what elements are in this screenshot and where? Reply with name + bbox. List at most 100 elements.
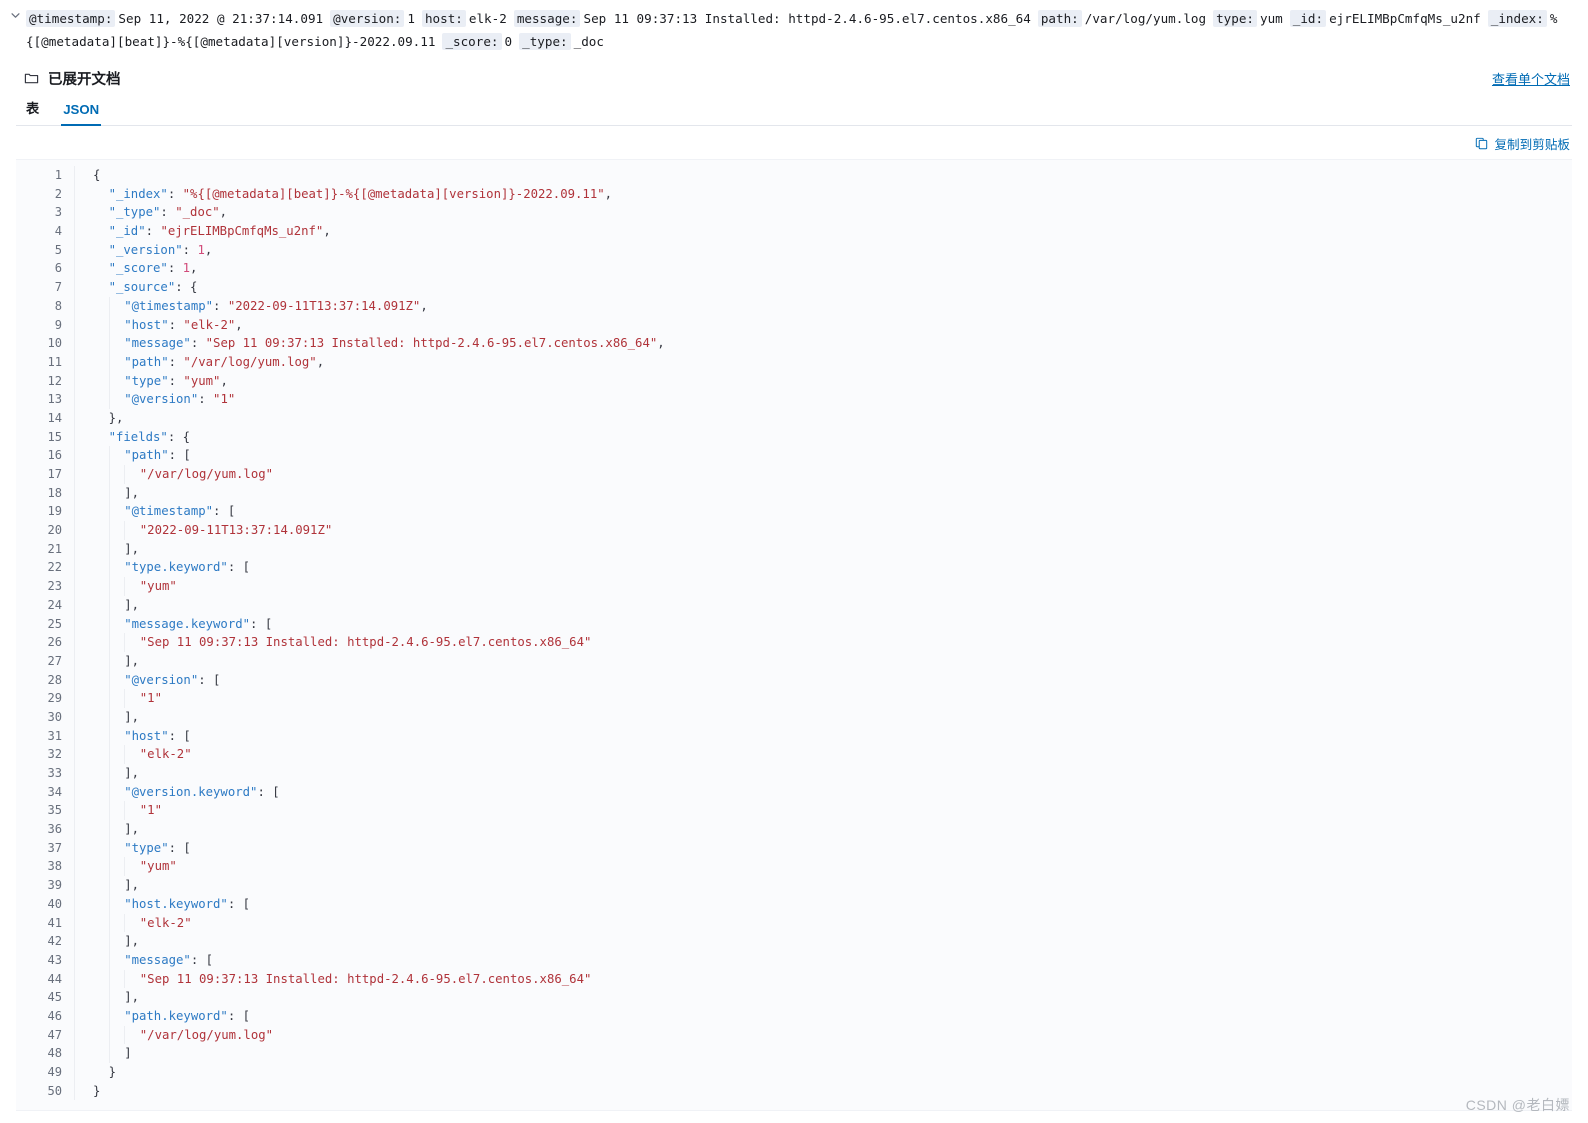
json-token-p: : (190, 336, 206, 351)
indent-guide (93, 876, 109, 895)
code-line: 5 "_version": 1, (16, 240, 1572, 260)
indent-guide (93, 970, 109, 989)
json-token-s: "Sep 11 09:37:13 Installed: httpd-2.4.6-… (139, 635, 592, 650)
code-line: 13 "@version": "1" (16, 390, 1572, 409)
code-line-text: } (74, 1063, 1572, 1082)
line-number: 40 (47, 896, 62, 911)
json-token-k: "_version" (108, 242, 183, 257)
indent-guide (108, 521, 125, 540)
code-line: 22 "type.keyword": [ (16, 558, 1572, 578)
indent-guide (108, 932, 125, 951)
json-token-p: ], (124, 878, 139, 893)
indent-guide (108, 820, 125, 839)
indent-guide (108, 857, 125, 877)
indent-guide (93, 857, 109, 876)
json-token-p: : [ (198, 672, 221, 687)
json-token-p: : (198, 392, 214, 407)
json-token-p: } (108, 1065, 116, 1079)
indent-guide (124, 689, 140, 708)
json-token-s: "ejrELIMBpCmfqMs_u2nf" (160, 224, 324, 239)
indent-guide (108, 988, 125, 1007)
indent-guide (124, 633, 140, 652)
indent-guide (93, 278, 109, 297)
code-line-text: "2022-09-11T13:37:14.091Z" (74, 521, 1572, 540)
json-token-k: "fields" (108, 429, 168, 444)
code-line-text: ], (74, 539, 1572, 559)
line-number: 10 (47, 336, 62, 351)
indent-guide (108, 595, 125, 615)
json-token-k: "@version" (124, 672, 199, 687)
code-line: 47 "/var/log/yum.log" (16, 1025, 1572, 1045)
indent-guide (93, 465, 109, 484)
json-token-p: : (168, 354, 184, 369)
json-code-block[interactable]: 1{2 "_index": "%{[@metadata][beat]}-%{[@m… (16, 159, 1572, 1112)
code-line: 44 "Sep 11 09:37:13 Installed: httpd-2.4.… (16, 969, 1572, 989)
summary-field-name: _score: (442, 33, 502, 50)
indent-guide (93, 727, 109, 746)
panel-title-text: 已展开文档 (48, 72, 121, 88)
code-line: 42], (16, 932, 1572, 951)
json-token-k: "host" (124, 317, 169, 332)
indent-guide (93, 671, 109, 690)
json-token-p: , (235, 317, 243, 332)
json-token-p: ], (124, 990, 139, 1005)
indent-guide (93, 615, 109, 634)
json-token-s: "yum" (139, 579, 177, 594)
code-line-text: "1" (74, 801, 1572, 821)
indent-guide (108, 764, 125, 783)
line-number: 12 (47, 373, 62, 388)
indent-guide (93, 652, 109, 671)
tab-table[interactable]: 表 (24, 95, 41, 126)
summary-field-list: @timestamp: Sep 11, 2022 @ 21:37:14.091 @v… (26, 7, 1582, 53)
code-line-text: "_score": 1, (74, 259, 1572, 279)
code-line-text: "elk-2" (74, 913, 1572, 933)
line-number: 24 (47, 597, 62, 612)
code-line-text: "path": "/var/log/yum.log", (74, 352, 1572, 372)
json-token-k: "message.keyword" (124, 616, 251, 631)
indent-guide (124, 465, 140, 484)
summary-field-value: elk-2 (468, 11, 507, 26)
indent-guide (93, 409, 109, 428)
indent-guide (93, 895, 109, 914)
copy-to-clipboard-button[interactable]: 复制到剪贴板 (1475, 134, 1570, 153)
indent-guide (93, 334, 109, 353)
indent-guide (108, 1044, 125, 1063)
indent-guide (108, 838, 125, 858)
line-number: 14 (47, 410, 62, 425)
indent-guide (108, 352, 125, 372)
document-summary-row: @timestamp: Sep 11, 2022 @ 21:37:14.091 @v… (0, 0, 1588, 56)
json-token-s: "Sep 11 09:37:13 Installed: httpd-2.4.6-… (139, 971, 592, 986)
json-token-s: "1" (139, 803, 162, 818)
code-line-text: ], (74, 764, 1572, 783)
code-line-text: "type.keyword": [ (74, 558, 1572, 578)
line-number: 4 (54, 224, 62, 239)
code-line: 20 "2022-09-11T13:37:14.091Z" (16, 521, 1572, 540)
indent-guide (108, 707, 125, 727)
line-number: 2 (54, 186, 62, 201)
indent-guide (124, 521, 140, 540)
indent-guide (108, 446, 125, 465)
tab-json[interactable]: JSON (61, 99, 102, 126)
code-line: 41 "elk-2" (16, 913, 1572, 933)
code-line-text: "path": [ (74, 446, 1572, 465)
code-line: 15 "fields": { (16, 427, 1572, 447)
json-token-p: : [ (168, 840, 191, 855)
code-line-text: ], (74, 595, 1572, 615)
view-single-document-link[interactable]: 查看单个文档 (1492, 69, 1572, 88)
line-number: 33 (47, 766, 62, 780)
indent-guide (93, 259, 109, 278)
indent-guide (93, 502, 109, 521)
summary-field-name: _id: (1289, 10, 1327, 27)
json-token-p: : (167, 261, 183, 276)
indent-guide (93, 764, 109, 783)
indent-guide (108, 670, 125, 690)
indent-guide (108, 315, 125, 335)
line-number: 45 (47, 990, 62, 1005)
chevron-down-icon[interactable] (4, 7, 26, 21)
line-number: 30 (47, 709, 62, 724)
code-line-text: "message.keyword": [ (74, 614, 1572, 634)
line-number: 11 (47, 354, 62, 369)
indent-guide (108, 577, 125, 596)
line-number: 25 (47, 616, 62, 631)
indent-guide (108, 465, 125, 484)
